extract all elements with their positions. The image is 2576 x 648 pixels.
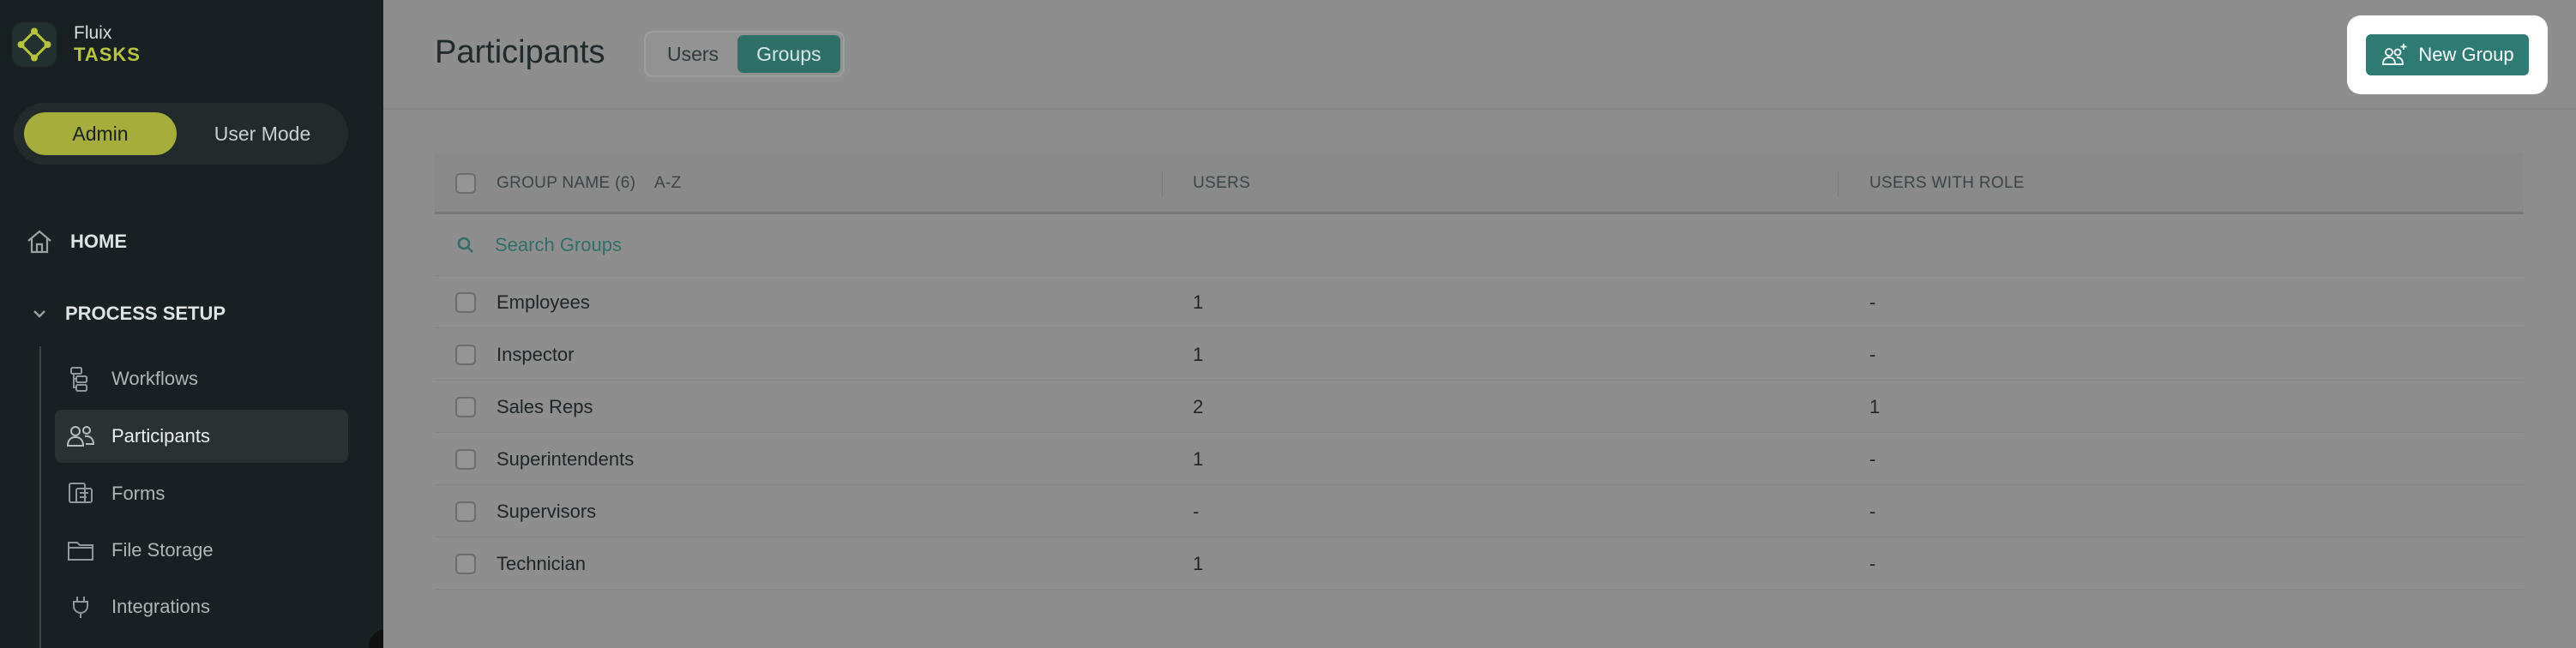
group-users-with-role: 1 xyxy=(1869,395,1881,417)
new-group-button[interactable]: New Group xyxy=(2366,34,2529,75)
sidebar-item-home[interactable]: HOME xyxy=(24,226,127,257)
group-name[interactable]: Sales Reps xyxy=(497,381,593,433)
table-row[interactable]: Inspector 1 - xyxy=(435,328,2524,381)
sidebar-item-label: File Storage xyxy=(111,539,214,561)
brand-product: TASKS xyxy=(74,44,141,66)
column-divider[interactable] xyxy=(1162,171,1163,197)
group-users-with-role: - xyxy=(1869,343,1876,365)
group-name[interactable]: Technician xyxy=(497,537,586,590)
brand-text: Fluix TASKS xyxy=(74,22,141,67)
table-row[interactable]: Supervisors - - xyxy=(435,485,2524,537)
select-all-checkbox[interactable] xyxy=(455,173,476,194)
group-users-with-role: - xyxy=(1869,447,1876,470)
group-users: 2 xyxy=(1193,395,1204,417)
forms-icon xyxy=(65,478,96,509)
sidebar-item-file-storage[interactable]: File Storage xyxy=(55,524,348,577)
table-header: GROUP NAME (6) A-Z USERS USERS WITH ROLE xyxy=(435,153,2524,214)
sidebar-item-integrations[interactable]: Integrations xyxy=(55,580,348,633)
view-tabs: Users Groups xyxy=(644,31,845,77)
home-icon xyxy=(24,226,55,257)
row-checkbox-cell xyxy=(455,537,476,590)
page-title: Participants xyxy=(435,34,605,70)
tab-users[interactable]: Users xyxy=(648,35,737,73)
users-icon xyxy=(65,421,96,452)
admin-mode-button[interactable]: Admin xyxy=(24,112,177,155)
brand-name: Fluix xyxy=(74,23,112,44)
row-checkbox[interactable] xyxy=(455,553,476,574)
row-checkbox[interactable] xyxy=(455,291,476,313)
tree-line xyxy=(39,346,41,648)
group-users: 1 xyxy=(1193,552,1204,574)
column-header-users[interactable]: USERS xyxy=(1193,153,1250,214)
row-checkbox-cell xyxy=(455,381,476,433)
sidebar-item-forms[interactable]: Forms xyxy=(55,467,348,520)
group-name[interactable]: Supervisors xyxy=(497,485,596,537)
table-row[interactable]: Sales Reps 2 1 xyxy=(435,381,2524,433)
tab-groups[interactable]: Groups xyxy=(737,35,840,73)
group-name[interactable]: Employees xyxy=(497,276,590,328)
folder-icon xyxy=(65,535,96,566)
group-name[interactable]: Inspector xyxy=(497,328,575,381)
sort-toggle[interactable]: A-Z xyxy=(654,153,682,214)
sidebar-item-label: HOME xyxy=(70,231,127,252)
select-all-cell xyxy=(455,153,476,214)
workflow-icon xyxy=(65,363,96,394)
row-checkbox[interactable] xyxy=(455,396,476,417)
sidebar-group-label: PROCESS SETUP xyxy=(65,303,226,324)
search-row xyxy=(435,214,2524,276)
group-users: 1 xyxy=(1193,291,1204,313)
row-checkbox-cell xyxy=(455,276,476,328)
row-checkbox[interactable] xyxy=(455,448,476,470)
new-group-label: New Group xyxy=(2418,44,2514,65)
page-header: Participants Users Groups New Group xyxy=(383,0,2576,110)
group-users: - xyxy=(1193,500,1200,522)
groups-table: GROUP NAME (6) A-Z USERS USERS WITH ROLE… xyxy=(435,153,2524,590)
table-row[interactable]: Superintendents 1 - xyxy=(435,433,2524,485)
sidebar-item-label: Workflows xyxy=(111,368,199,389)
column-divider[interactable] xyxy=(1838,171,1839,197)
row-checkbox[interactable] xyxy=(455,344,476,365)
add-group-icon xyxy=(2380,42,2410,68)
sidebar-item-label: Participants xyxy=(111,425,210,447)
sidebar-item-label: Forms xyxy=(111,483,166,504)
plug-icon xyxy=(65,591,96,622)
sidebar-item-participants[interactable]: Participants xyxy=(55,410,348,463)
mode-toggle: Admin User Mode xyxy=(14,103,348,165)
brand[interactable]: Fluix TASKS xyxy=(12,22,141,67)
chevron-down-icon xyxy=(29,298,50,329)
search-icon xyxy=(455,235,476,260)
main-content: Participants Users Groups New Group GROU… xyxy=(383,0,2576,648)
group-users: 1 xyxy=(1193,447,1204,470)
sidebar-item-label: Integrations xyxy=(111,596,210,617)
column-header-group-name[interactable]: GROUP NAME (6) xyxy=(497,153,635,214)
user-mode-button[interactable]: User Mode xyxy=(185,112,340,155)
column-header-users-with-role[interactable]: USERS WITH ROLE xyxy=(1869,153,2025,214)
row-checkbox-cell xyxy=(455,328,476,381)
search-groups-input[interactable] xyxy=(495,230,924,261)
fluix-logo-icon xyxy=(12,22,57,67)
new-group-highlight: New Group xyxy=(2347,15,2548,94)
group-name[interactable]: Superintendents xyxy=(497,433,634,485)
sidebar-group-process-setup[interactable]: PROCESS SETUP xyxy=(29,298,226,329)
table-row[interactable]: Technician 1 - xyxy=(435,537,2524,590)
group-users: 1 xyxy=(1193,343,1204,365)
sidebar-item-workflows[interactable]: Workflows xyxy=(55,352,348,405)
group-users-with-role: - xyxy=(1869,291,1876,313)
row-checkbox-cell xyxy=(455,433,476,485)
table-row[interactable]: Employees 1 - xyxy=(435,276,2524,328)
sidebar: Fluix TASKS Admin User Mode HOME PROCESS… xyxy=(0,0,383,648)
group-users-with-role: - xyxy=(1869,552,1876,574)
group-users-with-role: - xyxy=(1869,500,1876,522)
row-checkbox[interactable] xyxy=(455,501,476,522)
row-checkbox-cell xyxy=(455,485,476,537)
